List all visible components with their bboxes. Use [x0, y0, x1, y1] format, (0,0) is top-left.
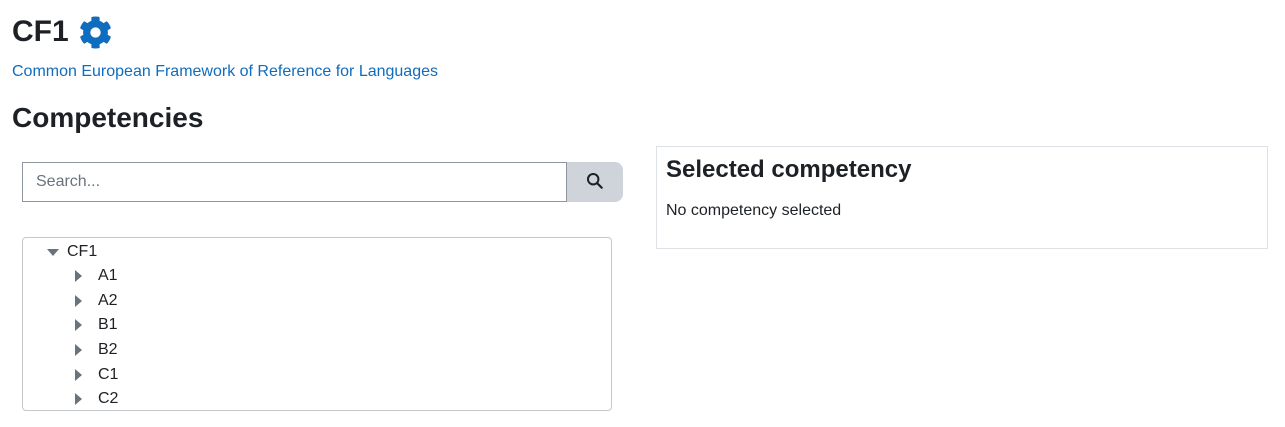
page: CF1 Common European Framework of Referen…: [0, 0, 1285, 427]
tree-item-a1[interactable]: A1: [75, 264, 118, 289]
tree-item-label: C1: [98, 365, 119, 383]
title-row: CF1: [12, 12, 112, 52]
tree-item-label: A1: [98, 267, 118, 285]
tree-children: A1 A2 B1 B2 C1 C2: [75, 264, 118, 412]
caret-right-icon: [75, 344, 82, 357]
tree-item-label: C2: [98, 390, 119, 408]
tree-root-item[interactable]: CF1: [47, 242, 97, 262]
caret-right-icon: [75, 294, 82, 307]
tree-item-b2[interactable]: B2: [75, 338, 118, 363]
caret-down-icon: [47, 248, 59, 256]
selected-competency-panel: Selected competency No competency select…: [656, 146, 1268, 249]
competencies-heading: Competencies: [12, 102, 204, 133]
competency-tree: CF1 A1 A2 B1 B2 C1 C2: [22, 237, 612, 411]
tree-item-c2[interactable]: C2: [75, 387, 118, 412]
gear-icon[interactable]: [79, 16, 112, 49]
caret-right-icon: [75, 393, 82, 406]
tree-item-c1[interactable]: C1: [75, 362, 118, 387]
tree-item-label: B1: [98, 316, 118, 334]
selected-competency-text: No competency selected: [666, 202, 842, 219]
page-title: CF1: [12, 15, 69, 48]
search-input[interactable]: [22, 162, 567, 202]
selected-competency-heading: Selected competency: [666, 156, 912, 183]
tree-item-a2[interactable]: A2: [75, 289, 118, 314]
tree-item-label: B2: [98, 341, 118, 359]
tree-item-label: A2: [98, 291, 118, 309]
search-icon: [586, 172, 604, 193]
search-group: [22, 162, 623, 202]
caret-right-icon: [75, 270, 82, 283]
framework-link[interactable]: Common European Framework of Reference f…: [12, 62, 438, 82]
tree-root-label: CF1: [67, 243, 98, 260]
caret-right-icon: [75, 368, 82, 381]
tree-item-b1[interactable]: B1: [75, 313, 118, 338]
caret-right-icon: [75, 319, 82, 332]
search-button[interactable]: [567, 162, 623, 202]
